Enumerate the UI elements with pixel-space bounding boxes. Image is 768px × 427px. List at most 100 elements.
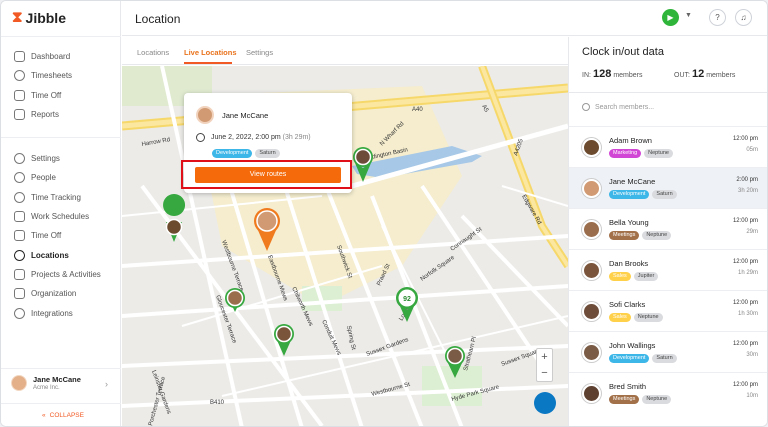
tag-development: Development bbox=[609, 354, 650, 363]
sidebar-item-time-off-settings[interactable]: Time Off bbox=[1, 226, 121, 245]
gear-icon bbox=[14, 153, 25, 165]
sidebar-item-locations[interactable]: Locations bbox=[1, 245, 121, 264]
double-chevron-left-icon: « bbox=[42, 412, 46, 419]
sidebar-item-dashboard[interactable]: Dashboard bbox=[1, 47, 121, 66]
list-item-selected[interactable]: Jane McCane Development Saturn 2:00 pm 3h… bbox=[569, 167, 767, 208]
tag-icon bbox=[14, 268, 25, 280]
help-icon: ? bbox=[715, 13, 720, 22]
member-name: Dan Brooks bbox=[609, 259, 649, 268]
member-name: Jane McCane bbox=[609, 177, 656, 186]
sidebar-divider bbox=[1, 403, 121, 404]
member-time: 12:00 pm bbox=[732, 259, 758, 265]
member-time: 2:00 pm bbox=[736, 177, 758, 183]
sidebar-nav-main: Dashboard Timesheets Time Off Reports bbox=[1, 47, 121, 124]
sidebar-item-timesheets[interactable]: Timesheets bbox=[1, 66, 121, 85]
list-item[interactable]: Bella Young Meetings Neptune 12:00 pm 29m bbox=[569, 208, 767, 249]
member-duration: 10m bbox=[746, 393, 758, 399]
jibble-logo[interactable]: ⧗ Jibble bbox=[12, 9, 66, 26]
member-tags: Development Saturn bbox=[609, 190, 677, 199]
list-item[interactable]: Bred Smith Meetings Neptune 12:00 pm 10m bbox=[569, 372, 767, 413]
list-item[interactable]: Adam Brown Marketing Neptune 12:00 pm 05m bbox=[569, 126, 767, 167]
panel-divider bbox=[569, 92, 767, 93]
location-pin-icon bbox=[14, 249, 25, 261]
time-off-icon bbox=[14, 230, 25, 242]
sidebar-item-time-off[interactable]: Time Off bbox=[1, 86, 121, 105]
sidebar-item-work-schedules[interactable]: Work Schedules bbox=[1, 207, 121, 226]
time-tracking-icon bbox=[14, 191, 25, 203]
sidebar-item-people[interactable]: People bbox=[1, 168, 121, 187]
map-street-label: B410 bbox=[210, 400, 225, 406]
sidebar-item-time-tracking[interactable]: Time Tracking bbox=[1, 188, 121, 207]
avatar bbox=[582, 302, 601, 321]
tag-sales: Sales bbox=[609, 272, 631, 281]
list-item[interactable]: Sofi Clarks Sales Neptune 12:00 pm 1h 30m bbox=[569, 290, 767, 331]
help-button[interactable]: ? bbox=[709, 9, 726, 26]
member-tags: Development Saturn bbox=[609, 354, 677, 363]
list-item[interactable]: Dan Brooks Sales Jupiter 12:00 pm 1h 29m bbox=[569, 249, 767, 290]
hourglass-icon bbox=[14, 89, 25, 101]
zoom-control: + − bbox=[536, 348, 553, 382]
jibble-logo-icon: ⧗ bbox=[12, 9, 23, 26]
list-item[interactable]: John Wallings Development Saturn 12:00 pm… bbox=[569, 331, 767, 372]
member-name: Bred Smith bbox=[609, 382, 647, 391]
tab-live-locations[interactable]: Live Locations bbox=[184, 48, 237, 57]
member-name: Bella Young bbox=[609, 218, 649, 227]
zoom-in-button[interactable]: + bbox=[537, 349, 552, 365]
avatar bbox=[582, 138, 601, 157]
zoom-out-button[interactable]: − bbox=[537, 365, 552, 381]
avatar bbox=[582, 384, 601, 403]
clock-counts: IN: 128 members OUT: 12 members bbox=[582, 68, 735, 80]
clock-in-out-panel: Clock in/out data IN: 128 members OUT: 12 me… bbox=[568, 37, 767, 426]
tag-jupiter: Jupiter bbox=[633, 272, 659, 281]
sidebar-item-projects-activities[interactable]: Projects & Activities bbox=[1, 265, 121, 284]
tag-saturn: Saturn bbox=[652, 354, 677, 363]
sidebar-item-settings[interactable]: Settings bbox=[1, 149, 121, 168]
notifications-button[interactable]: ♫ bbox=[735, 9, 752, 26]
dashboard-icon bbox=[14, 51, 25, 63]
member-time: 12:00 pm bbox=[732, 136, 758, 142]
tag-meetings: Meetings bbox=[609, 231, 640, 240]
member-tags: Meetings Neptune bbox=[609, 395, 672, 404]
avatar bbox=[582, 179, 601, 198]
sidebar-item-integrations[interactable]: Integrations bbox=[1, 303, 121, 322]
tab-locations[interactable]: Locations bbox=[137, 48, 169, 57]
tag-marketing: Marketing bbox=[609, 149, 642, 158]
member-duration: 29m bbox=[746, 229, 758, 235]
avatar bbox=[196, 106, 214, 124]
map-street-label: A40 bbox=[412, 107, 423, 113]
tag-neptune: Neptune bbox=[644, 149, 673, 158]
popup-tags: Development Saturn bbox=[212, 149, 280, 158]
search-icon bbox=[582, 103, 590, 111]
member-tags: Sales Jupiter bbox=[609, 272, 659, 281]
out-count: OUT: 12 members bbox=[674, 68, 736, 80]
top-header: Location ▶ ▼ ? ♫ bbox=[122, 1, 767, 36]
collapse-button[interactable]: « COLLAPSE bbox=[42, 412, 84, 419]
sidebar-item-reports[interactable]: Reports bbox=[1, 105, 121, 124]
member-duration: 1h 29m bbox=[737, 270, 758, 276]
view-routes-button[interactable]: View routes bbox=[195, 167, 341, 183]
sidebar-divider bbox=[1, 36, 121, 37]
member-duration: 05m bbox=[746, 147, 758, 153]
member-time: 12:00 pm bbox=[732, 300, 758, 306]
member-name: Sofi Clarks bbox=[609, 300, 646, 309]
tag-neptune: Neptune bbox=[642, 231, 672, 240]
member-duration: 3h 20m bbox=[737, 188, 758, 194]
bell-icon: ♫ bbox=[740, 13, 747, 22]
chevron-down-icon[interactable]: ▼ bbox=[685, 12, 692, 19]
tag-sales: Sales bbox=[609, 313, 631, 322]
sidebar-divider bbox=[1, 368, 121, 369]
sidebar: ⧗ Jibble Dashboard Timesheets Time Off R… bbox=[1, 1, 121, 426]
tag-saturn: Saturn bbox=[652, 190, 677, 199]
sidebar-divider bbox=[1, 137, 121, 138]
tab-settings[interactable]: Settings bbox=[246, 48, 273, 57]
member-name: Adam Brown bbox=[609, 136, 652, 145]
avatar bbox=[582, 343, 601, 362]
chat-button[interactable] bbox=[534, 392, 556, 414]
avatar bbox=[582, 261, 601, 280]
search-input[interactable]: Search members... bbox=[582, 103, 654, 111]
user-profile[interactable]: Jane McCane Acme Inc. › bbox=[11, 375, 108, 391]
clock-in-button[interactable]: ▶ bbox=[662, 9, 679, 26]
app-window: ⧗ Jibble Dashboard Timesheets Time Off R… bbox=[0, 0, 768, 427]
member-duration: 30m bbox=[746, 352, 758, 358]
sidebar-item-organization[interactable]: Organization bbox=[1, 284, 121, 303]
